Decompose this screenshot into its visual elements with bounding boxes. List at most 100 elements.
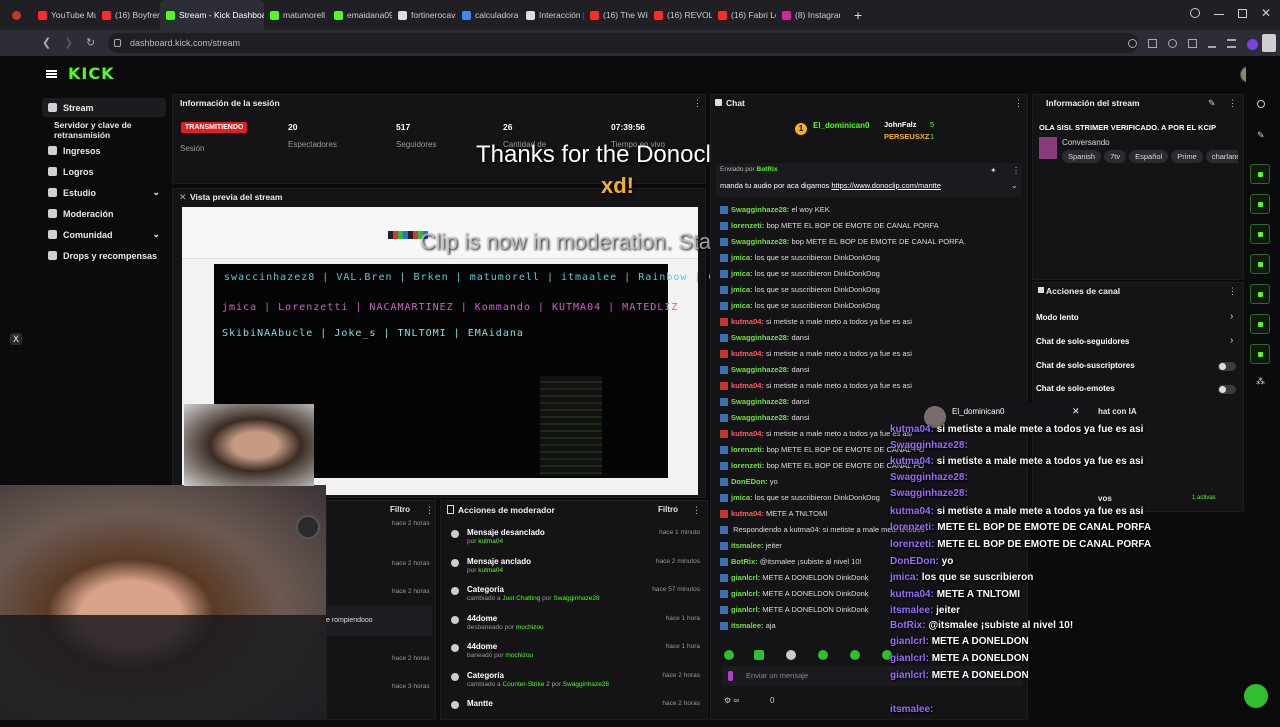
chat-message[interactable]: DonEDon: yo — [720, 477, 778, 487]
top-gifter-name[interactable]: El_dominican0 — [813, 121, 869, 130]
mod-action-item[interactable]: Categoría cambiado a Counter-Strike 2 por… — [448, 671, 706, 699]
mod-menu-icon[interactable]: ⋮ — [692, 505, 701, 516]
chat-username[interactable]: jmica: — [731, 269, 753, 278]
emote-icon-1[interactable] — [724, 650, 734, 660]
url-field[interactable]: dashboard.kick.com/stream — [108, 33, 1138, 53]
browser-tab[interactable]: calculadora - Buscar — [456, 0, 520, 30]
puzzle-icon[interactable] — [1187, 39, 1197, 48]
pinned-message[interactable]: Enviado por BotRix manda tu audio por ac… — [716, 163, 1022, 197]
pinned-user[interactable]: BotRix — [757, 166, 778, 173]
stream-tag[interactable]: Prime — [1171, 150, 1203, 163]
info-icon[interactable] — [1257, 100, 1265, 108]
mod-action-item[interactable]: Categoría cambiado a Just Chatting por Sw… — [448, 585, 706, 613]
new-tab-button[interactable]: + — [854, 7, 862, 23]
mod-action-user[interactable]: mochizou — [505, 652, 533, 659]
chat-message[interactable]: lorenzeti: bop METE EL BOP DE EMOTE DE C… — [720, 221, 939, 231]
site-info-icon[interactable] — [114, 39, 121, 47]
chat-message[interactable]: jmica: los que se suscribieron DinkDonkD… — [720, 301, 880, 311]
chat-message[interactable]: itsmalee: jeiter — [720, 541, 782, 551]
mod-action-user[interactable]: kutma04 — [478, 538, 503, 545]
chat-username[interactable]: jmica: — [731, 301, 753, 310]
sidebar-item[interactable]: Ingresos — [42, 141, 166, 160]
browser-tab[interactable]: matumorell Stream — [264, 0, 328, 30]
chat-username[interactable]: kutma04: — [731, 317, 764, 326]
emote-icon-3[interactable] — [786, 650, 796, 660]
chat-message[interactable]: Swagginhaze28: dansi — [720, 365, 809, 375]
emote-icon-2[interactable] — [754, 650, 764, 660]
chat-username[interactable]: itsmalee: — [731, 541, 764, 550]
chat-message[interactable]: itsmalee: aja — [720, 621, 776, 631]
stream-tag[interactable]: charlando — [1205, 150, 1238, 163]
channel-action-3[interactable]: Chat de solo-emotes — [1036, 384, 1115, 393]
top-right-user-2[interactable]: PERSEUSXZ — [884, 132, 929, 141]
chat-username[interactable]: lorenzeti: — [731, 445, 764, 454]
pencil-icon[interactable]: ✎ — [1257, 130, 1265, 141]
sidebar-item[interactable]: Moderación — [42, 204, 166, 223]
channel-actions-menu-icon[interactable]: ⋮ — [1228, 286, 1237, 297]
chat-message[interactable]: kutma04: si metiste a male meto a todos … — [720, 429, 912, 439]
chat-message[interactable]: kutma04: si metiste a male meto a todos … — [720, 349, 912, 359]
chat-username[interactable]: kutma04: — [731, 429, 764, 438]
chat-message[interactable]: jmica: los que se suscribieron DinkDonkD… — [720, 493, 880, 503]
chat-message[interactable]: jmica: los que se suscribieron DinkDonkD… — [720, 285, 880, 295]
sidebar-item[interactable]: Drops y recompensas — [42, 246, 166, 265]
minimize-button[interactable] — [1214, 14, 1224, 15]
chat-username[interactable]: lorenzeti: — [731, 221, 764, 230]
rail-button-2[interactable] — [1250, 194, 1270, 214]
channel-action-1[interactable]: Chat de solo-seguidores — [1036, 337, 1129, 346]
browser-tab[interactable]: emaidana09 Stream — [328, 0, 392, 30]
chat-message[interactable]: jmica: los que se suscribieron DinkDonkD… — [720, 253, 880, 263]
mod-action-item[interactable]: 44dome baneado por mochizou hace 1 hora — [448, 642, 706, 670]
edit-icon[interactable]: ✎ — [1208, 98, 1216, 109]
browser-tab[interactable]: Interacción | El — [520, 0, 584, 30]
search-tabs-icon[interactable] — [1190, 8, 1200, 18]
mod-action-item[interactable]: Mensaje desanclado por kutma04 hace 1 minu… — [448, 528, 706, 556]
close-window-button[interactable]: ✕ — [1261, 6, 1271, 20]
chat-username[interactable]: kutma04: — [731, 349, 764, 358]
mod-action-user2[interactable]: Swagginhaze28 — [563, 681, 609, 688]
mod-action-item[interactable]: Mensaje anclado por kutma04 hace 2 minutos — [448, 557, 706, 585]
browser-tab[interactable]: (16) The Wild Project — [584, 0, 648, 30]
close-icon[interactable]: ✕ — [1072, 406, 1080, 417]
chat-username[interactable]: Swagginhaze28: — [731, 397, 789, 406]
mod-action-user[interactable]: Just Chatting — [502, 595, 540, 602]
emote-icon-4[interactable] — [818, 650, 828, 660]
x-social-icon[interactable]: X — [10, 333, 22, 345]
chat-username[interactable]: kutma04: — [731, 381, 764, 390]
chat-username[interactable]: Swagginhaze28: — [731, 365, 789, 374]
mod-action-item[interactable]: Mantte hace 2 horas — [448, 699, 706, 727]
download-icon[interactable] — [1207, 39, 1217, 48]
category-name[interactable]: Conversando — [1062, 138, 1110, 147]
chat-username[interactable]: Swagginhaze28: — [731, 333, 789, 342]
chat-username[interactable]: Swagginhaze28: — [731, 413, 789, 422]
browser-tab[interactable]: fortinerocavs en X — [392, 0, 456, 30]
mod-action-user[interactable]: kutma04 — [478, 567, 503, 574]
channel-action-0[interactable]: Modo lento — [1036, 313, 1079, 322]
chevron-right-icon[interactable]: › — [1230, 311, 1233, 322]
chat-message[interactable]: gianlcrl: METE A DONELDON DinkDonk — [720, 605, 869, 615]
browser-tab[interactable]: (16) REVOLUCION D — [648, 0, 712, 30]
chat-username[interactable]: Swagginhaze28: — [731, 205, 789, 214]
mod-action-user2[interactable]: Swagginhaze28 — [553, 595, 599, 602]
chevron-right-icon[interactable]: › — [1230, 335, 1233, 346]
toggle-switch[interactable] — [1218, 362, 1236, 371]
rail-button-4[interactable] — [1250, 254, 1270, 274]
forward-icon[interactable]: ❯ — [64, 36, 73, 49]
reload-icon[interactable]: ↻ — [86, 36, 95, 49]
chat-username[interactable]: gianlcrl: — [731, 589, 760, 598]
back-icon[interactable]: ❮ — [42, 36, 51, 49]
rail-button-3[interactable] — [1250, 224, 1270, 244]
hamburger-menu-icon[interactable] — [46, 70, 57, 78]
mod-action-item[interactable]: 44dome desbaneado por mochizou hace 1 hora — [448, 614, 706, 642]
stream-info-menu-icon[interactable]: ⋮ — [1228, 98, 1237, 109]
sidebar-item[interactable]: Estudio ⌄ — [42, 183, 166, 202]
chat-message[interactable]: Swagginhaze28: el woy KEK — [720, 205, 830, 215]
browser-tab[interactable]: YouTube Music — [32, 0, 96, 30]
chevron-down-icon[interactable]: ⌄ — [152, 187, 160, 198]
top-right-user-1[interactable]: JohnFalz — [884, 120, 917, 129]
help-chat-icon[interactable] — [1244, 684, 1268, 708]
toggle-switch[interactable] — [1218, 385, 1236, 394]
stream-tag[interactable]: 7tv — [1104, 150, 1127, 163]
browser-tab[interactable]: (16) Fabri Lemus - C — [712, 0, 776, 30]
browser-tab[interactable]: (8) Instagram — [776, 0, 840, 30]
